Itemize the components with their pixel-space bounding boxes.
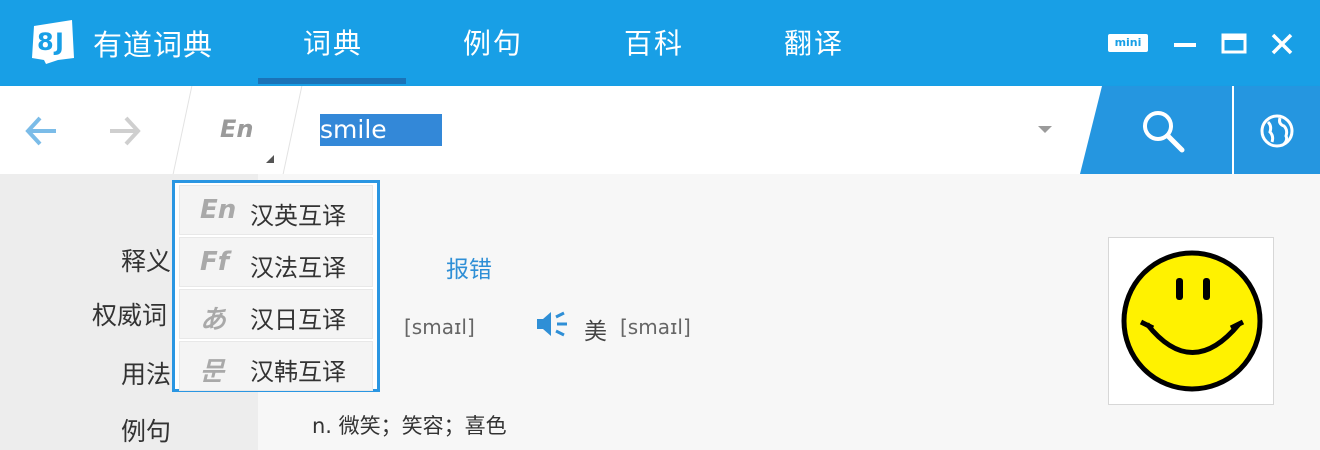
lang-option-ja[interactable]: あ 汉日互译 [179, 289, 373, 339]
language-menu: En 汉英互译 Ff 汉法互译 あ 汉日互译 문 汉韩互译 [172, 180, 380, 392]
definition-meaning: n. 微笑；笑容；喜色 [312, 414, 507, 438]
uk-phonetic: [smaɪl] [404, 315, 475, 339]
title-bar: 8 J 有道词典 词典 例句 百科 翻译 mini [0, 0, 1320, 86]
lang-label: 汉日互译 [250, 306, 346, 334]
tab-encyclopedia[interactable]: 百科 [624, 22, 684, 62]
side-nav-usage[interactable]: 用法 [121, 355, 171, 391]
logo-icon: 8 J [32, 20, 74, 64]
word-picture[interactable] [1108, 237, 1274, 405]
lang-option-en[interactable]: En 汉英互译 [179, 185, 373, 235]
report-error-link[interactable]: 报错 [446, 250, 492, 284]
lang-label: 汉韩互译 [250, 358, 346, 386]
language-selector[interactable]: En [220, 115, 253, 143]
tab-dictionary[interactable]: 词典 [303, 22, 363, 62]
mini-mode-button[interactable]: mini [1108, 34, 1148, 52]
language-dropdown-indicator [266, 155, 274, 163]
active-tab-indicator [258, 78, 406, 84]
lang-code: Ff [200, 247, 230, 277]
tab-translate[interactable]: 翻译 [784, 22, 844, 62]
side-nav-authoritative[interactable]: 权威词 [92, 296, 167, 332]
us-phonetic: [smaɪl] [620, 315, 691, 339]
lang-option-fr[interactable]: Ff 汉法互译 [179, 237, 373, 287]
app-title: 有道词典 [93, 28, 214, 62]
lang-option-ko[interactable]: 문 汉韩互译 [179, 341, 373, 391]
lang-code: あ [200, 305, 227, 335]
svg-text:8: 8 [37, 28, 54, 56]
svg-text:J: J [53, 28, 64, 56]
search-icon [1143, 111, 1185, 153]
minimize-icon[interactable] [1172, 34, 1198, 54]
history-dropdown-icon[interactable] [1038, 126, 1052, 133]
us-label: 美 [584, 319, 607, 345]
online-translate-button[interactable] [1234, 86, 1320, 174]
side-nav-examples[interactable]: 例句 [121, 412, 171, 448]
lang-code: 문 [200, 357, 224, 387]
search-button[interactable] [1080, 86, 1232, 174]
close-icon[interactable] [1268, 30, 1296, 58]
search-input[interactable] [320, 114, 442, 146]
globe-icon [1260, 114, 1294, 148]
lang-label: 汉英互译 [250, 202, 346, 230]
smiley-image [1121, 250, 1263, 392]
side-nav-definition[interactable]: 释义 [121, 242, 171, 278]
lang-code: En [200, 195, 237, 225]
back-icon[interactable] [24, 114, 60, 148]
forward-icon[interactable] [106, 114, 142, 148]
tab-examples[interactable]: 例句 [463, 22, 523, 62]
speaker-icon[interactable] [534, 309, 572, 339]
maximize-icon[interactable] [1220, 32, 1248, 56]
lang-label: 汉法互译 [250, 254, 346, 282]
